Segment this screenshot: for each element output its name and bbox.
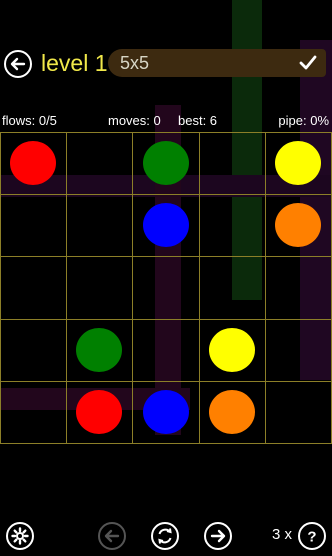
orange-dot[interactable] — [274, 203, 321, 248]
green-dot[interactable] — [76, 327, 123, 372]
level-header: 5x5 level 1 — [0, 44, 332, 84]
grid-cell[interactable] — [0, 318, 68, 382]
blue-dot[interactable] — [142, 203, 189, 248]
help-button[interactable]: ? — [298, 522, 326, 550]
red-dot[interactable] — [10, 141, 57, 186]
undo-button[interactable] — [98, 522, 126, 550]
board-size-label: 5x5 — [120, 53, 150, 73]
settings-icon — [11, 527, 29, 545]
help-icon: ? — [307, 529, 316, 546]
next-level-button[interactable] — [204, 522, 232, 550]
grid-cell[interactable] — [264, 380, 332, 444]
yellow-dot[interactable] — [274, 141, 321, 186]
flows-counter: flows: 0/5 — [2, 113, 57, 128]
restart-icon — [158, 528, 172, 544]
grid-cell[interactable] — [66, 194, 134, 258]
grid-cell[interactable] — [198, 256, 266, 320]
level-title: level 1 — [41, 50, 108, 76]
hints-remaining: 3 x — [272, 526, 293, 543]
board-size-badge: 5x5 — [108, 49, 326, 77]
settings-button[interactable] — [6, 522, 34, 550]
check-icon[interactable] — [298, 53, 318, 73]
grid-cell[interactable] — [0, 194, 68, 258]
grid-cell[interactable] — [132, 256, 200, 320]
grid-cell[interactable] — [198, 132, 266, 196]
svg-text:?: ? — [307, 529, 316, 546]
grid-cell[interactable] — [264, 318, 332, 382]
grid-cell[interactable] — [66, 256, 134, 320]
grid-cell[interactable] — [0, 380, 68, 444]
yellow-dot[interactable] — [208, 327, 255, 372]
grid-cell[interactable] — [198, 194, 266, 258]
red-dot[interactable] — [76, 389, 123, 434]
green-dot[interactable] — [142, 141, 189, 186]
grid-cell[interactable] — [132, 318, 200, 382]
restart-button[interactable] — [151, 522, 179, 550]
game-board[interactable] — [0, 132, 332, 444]
best-score: best: 6 — [178, 113, 218, 128]
orange-dot[interactable] — [208, 389, 255, 434]
grid-cell[interactable] — [0, 256, 68, 320]
arrow-left-icon — [10, 57, 26, 71]
moves-counter: moves: 0 — [108, 113, 161, 128]
undo-icon — [104, 529, 120, 543]
pipe-percent: pipe: 0% — [278, 113, 329, 128]
grid-cell[interactable] — [264, 256, 332, 320]
grid-cell[interactable] — [66, 132, 134, 196]
blue-dot[interactable] — [142, 389, 189, 434]
back-button[interactable] — [4, 50, 32, 78]
next-icon — [210, 529, 226, 543]
